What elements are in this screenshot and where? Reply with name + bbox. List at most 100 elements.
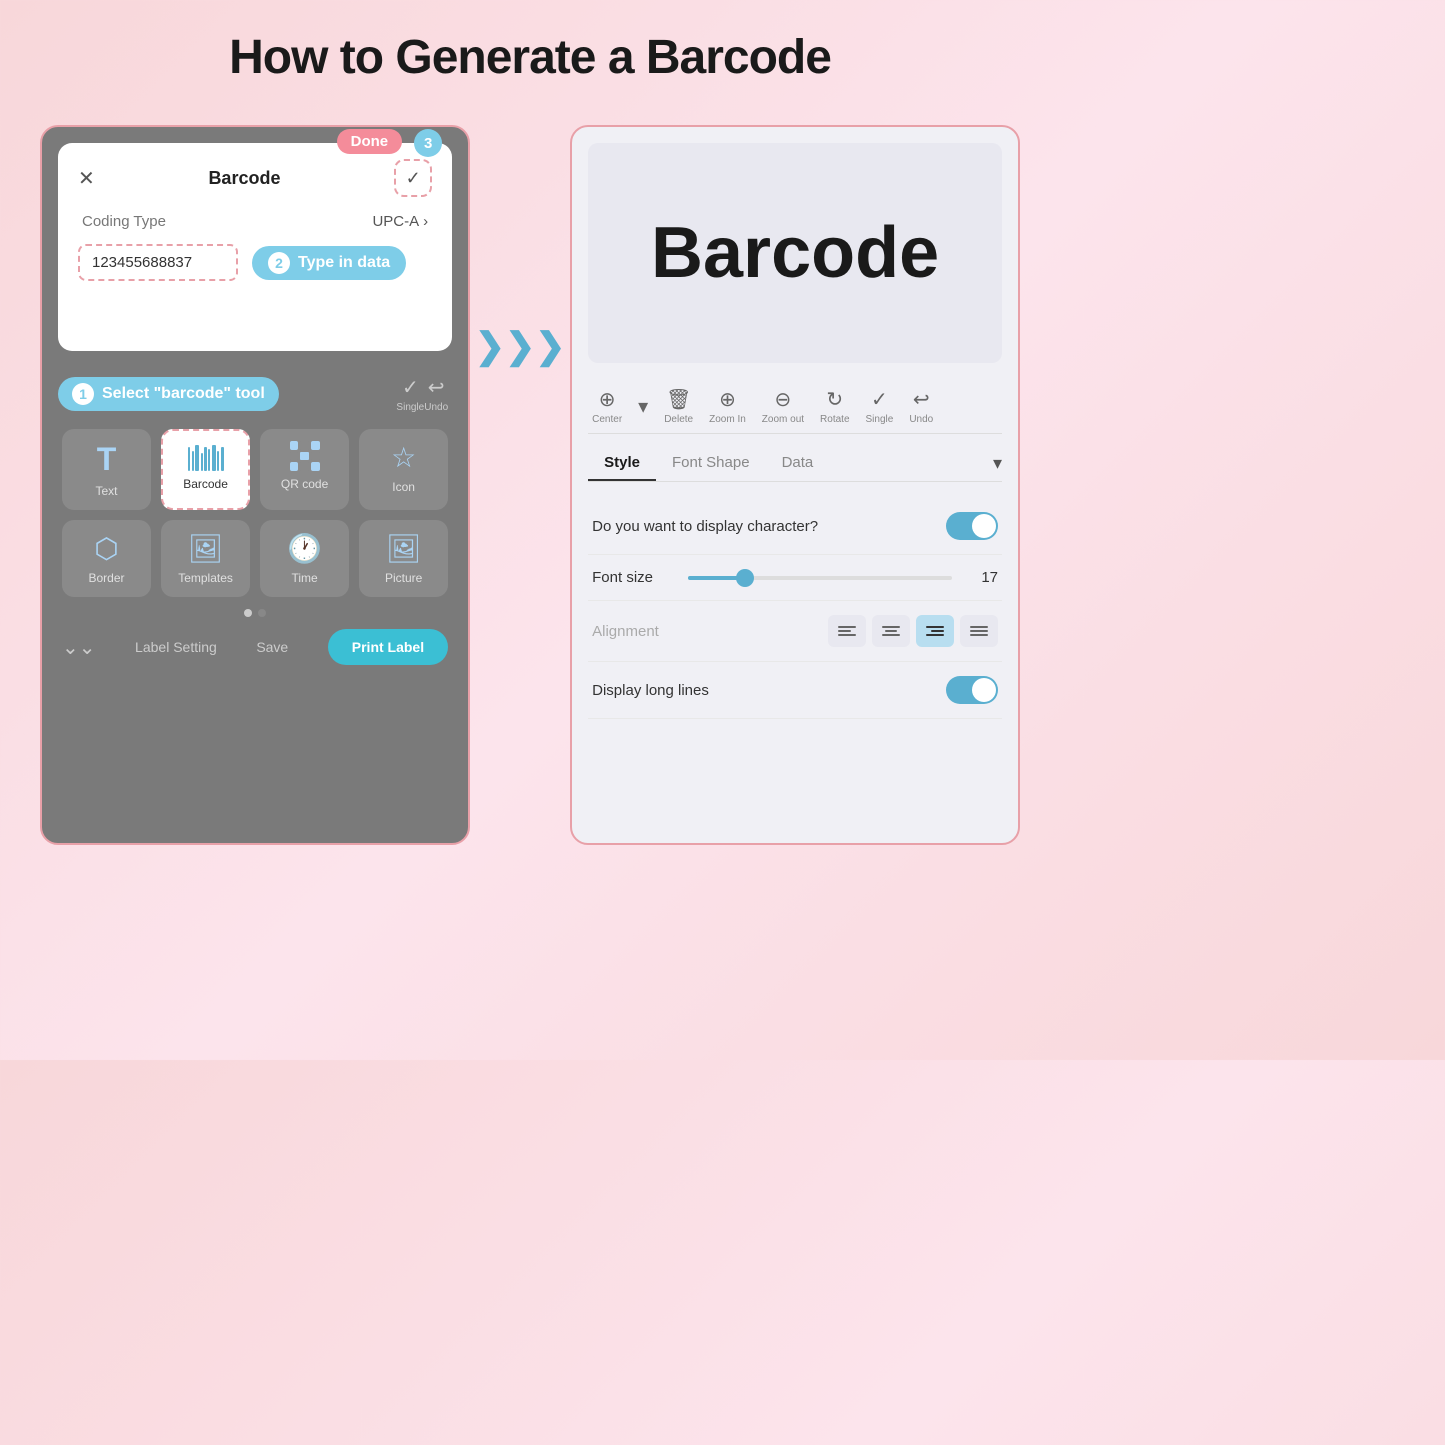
zoom-in-tool[interactable]: ⊕ Zoom In xyxy=(709,387,746,425)
single-label: Single xyxy=(396,402,424,413)
rotate-icon: ↻ xyxy=(826,387,843,412)
single-icon: ✓ xyxy=(402,375,419,400)
alignment-buttons xyxy=(828,615,998,647)
undo-tool-right[interactable]: ↩ Undo xyxy=(909,387,933,425)
tabs-dropdown-icon[interactable]: ▾ xyxy=(993,453,1002,474)
tool-text-label: Text xyxy=(96,484,118,498)
alignment-row: Alignment xyxy=(588,601,1002,662)
rotate-tool[interactable]: ↻ Rotate xyxy=(820,387,849,425)
tool-picture[interactable]: 🖼 Picture xyxy=(359,520,448,597)
tab-style[interactable]: Style xyxy=(588,446,656,481)
right-panel: Barcode ⊕ Center ▾ 🗑 Delete ⊕ Zoom In ⊖ … xyxy=(570,125,1020,845)
font-size-label: Font size xyxy=(592,569,672,586)
check-button[interactable]: ✓ xyxy=(394,159,432,197)
chevron-arrow-1: ❯ xyxy=(475,325,505,367)
undo-icon: ↩ xyxy=(428,375,445,400)
type-in-badge: 2 Type in data xyxy=(252,246,406,280)
display-long-lines-toggle[interactable] xyxy=(946,676,998,704)
center-label: Center xyxy=(592,414,622,425)
font-size-slider[interactable] xyxy=(688,576,952,580)
tab-font-shape[interactable]: Font Shape xyxy=(656,446,766,481)
single-icon-right: ✓ xyxy=(871,387,888,412)
tool-border[interactable]: ⬡ Border xyxy=(62,520,151,597)
close-icon[interactable]: ✕ xyxy=(78,166,95,191)
coding-type-value[interactable]: UPC-A › xyxy=(372,213,428,230)
toggle-knob-1 xyxy=(972,514,996,538)
toggle-knob-2 xyxy=(972,678,996,702)
preview-barcode-label: Barcode xyxy=(651,212,939,294)
chevron-arrow-3: ❯ xyxy=(535,325,565,367)
zoom-out-label: Zoom out xyxy=(762,414,804,425)
alignment-label: Alignment xyxy=(592,623,682,640)
page-indicator xyxy=(58,609,452,617)
dialog-title: Barcode xyxy=(208,168,280,189)
save-button[interactable]: Save xyxy=(256,639,288,655)
dialog-bottom-area xyxy=(78,295,432,335)
display-char-row: Do you want to display character? xyxy=(588,498,1002,555)
type-in-label: Type in data xyxy=(298,254,390,272)
print-label-button[interactable]: Print Label xyxy=(328,629,448,665)
data-input-row: 123455688837 2 Type in data xyxy=(78,244,432,281)
tool-qr[interactable]: QR code xyxy=(260,429,349,510)
barcode-dialog: Done 3 ✕ Barcode ✓ Coding Type UPC-A › 1… xyxy=(58,143,452,351)
step-3-badge: 3 xyxy=(414,129,442,157)
barcode-tool-icon xyxy=(188,443,224,471)
font-size-row: Font size 17 xyxy=(588,555,1002,601)
tab-data[interactable]: Data xyxy=(766,446,830,481)
dot-2 xyxy=(258,609,266,617)
single-label-right: Single xyxy=(866,414,894,425)
icon-tool-icon: ☆ xyxy=(391,441,416,474)
single-tool-right[interactable]: ✓ Single xyxy=(866,387,894,425)
label-setting-button[interactable]: Label Setting xyxy=(135,639,217,655)
page-title: How to Generate a Barcode xyxy=(229,30,831,85)
tool-barcode-label: Barcode xyxy=(183,477,228,491)
tool-qr-label: QR code xyxy=(281,477,328,491)
select-barcode-badge: 1 Select "barcode" tool xyxy=(58,377,279,411)
slider-thumb[interactable] xyxy=(736,569,754,587)
tool-barcode[interactable]: Barcode xyxy=(161,429,250,510)
step-2-number: 2 xyxy=(268,252,290,274)
step-1-number: 1 xyxy=(72,383,94,405)
tool-time[interactable]: 🕐 Time xyxy=(260,520,349,597)
templates-tool-icon: 🖼 xyxy=(188,532,224,565)
tool-time-label: Time xyxy=(291,571,317,585)
zoom-out-icon: ⊖ xyxy=(775,387,792,412)
tool-text[interactable]: T Text xyxy=(62,429,151,510)
dot-1 xyxy=(244,609,252,617)
tool-icon[interactable]: ☆ Icon xyxy=(359,429,448,510)
display-long-lines-label: Display long lines xyxy=(592,682,709,699)
slider-track xyxy=(688,576,952,580)
qr-tool-icon xyxy=(290,441,320,471)
delete-tool[interactable]: 🗑 Delete xyxy=(664,387,693,425)
barcode-preview: Barcode xyxy=(588,143,1002,363)
barcode-data-input[interactable]: 123455688837 xyxy=(78,244,238,281)
display-char-toggle[interactable] xyxy=(946,512,998,540)
zoom-out-tool[interactable]: ⊖ Zoom out xyxy=(762,387,804,425)
time-tool-icon: 🕐 xyxy=(287,532,322,565)
align-left-button[interactable] xyxy=(828,615,866,647)
rt-dropdown[interactable]: ▾ xyxy=(638,394,648,419)
single-tool[interactable]: ✓ Single xyxy=(396,375,424,413)
tool-grid: T Text Barcode xyxy=(58,429,452,597)
align-justify-button[interactable] xyxy=(960,615,998,647)
font-size-value: 17 xyxy=(968,569,998,586)
delete-icon: 🗑 xyxy=(666,387,691,412)
coding-type-label: Coding Type xyxy=(82,213,166,230)
align-center-button[interactable] xyxy=(872,615,910,647)
tabs-row: Style Font Shape Data ▾ xyxy=(588,446,1002,482)
picture-tool-icon: 🖼 xyxy=(386,532,422,565)
chevron-arrow-2: ❯ xyxy=(505,325,535,367)
undo-label: Undo xyxy=(424,402,448,413)
check-icon: ✓ xyxy=(406,168,421,189)
rotate-label: Rotate xyxy=(820,414,849,425)
text-tool-icon: T xyxy=(97,441,117,478)
tool-picture-label: Picture xyxy=(385,571,422,585)
tool-border-label: Border xyxy=(89,571,125,585)
chevron-down-icon[interactable]: ⌄⌄ xyxy=(62,635,96,660)
undo-tool[interactable]: ↩ Undo xyxy=(424,375,448,413)
align-right-active-button[interactable] xyxy=(916,615,954,647)
tool-templates[interactable]: 🖼 Templates xyxy=(161,520,250,597)
center-tool[interactable]: ⊕ Center xyxy=(592,387,622,425)
slider-fill xyxy=(688,576,741,580)
display-char-label: Do you want to display character? xyxy=(592,518,818,535)
